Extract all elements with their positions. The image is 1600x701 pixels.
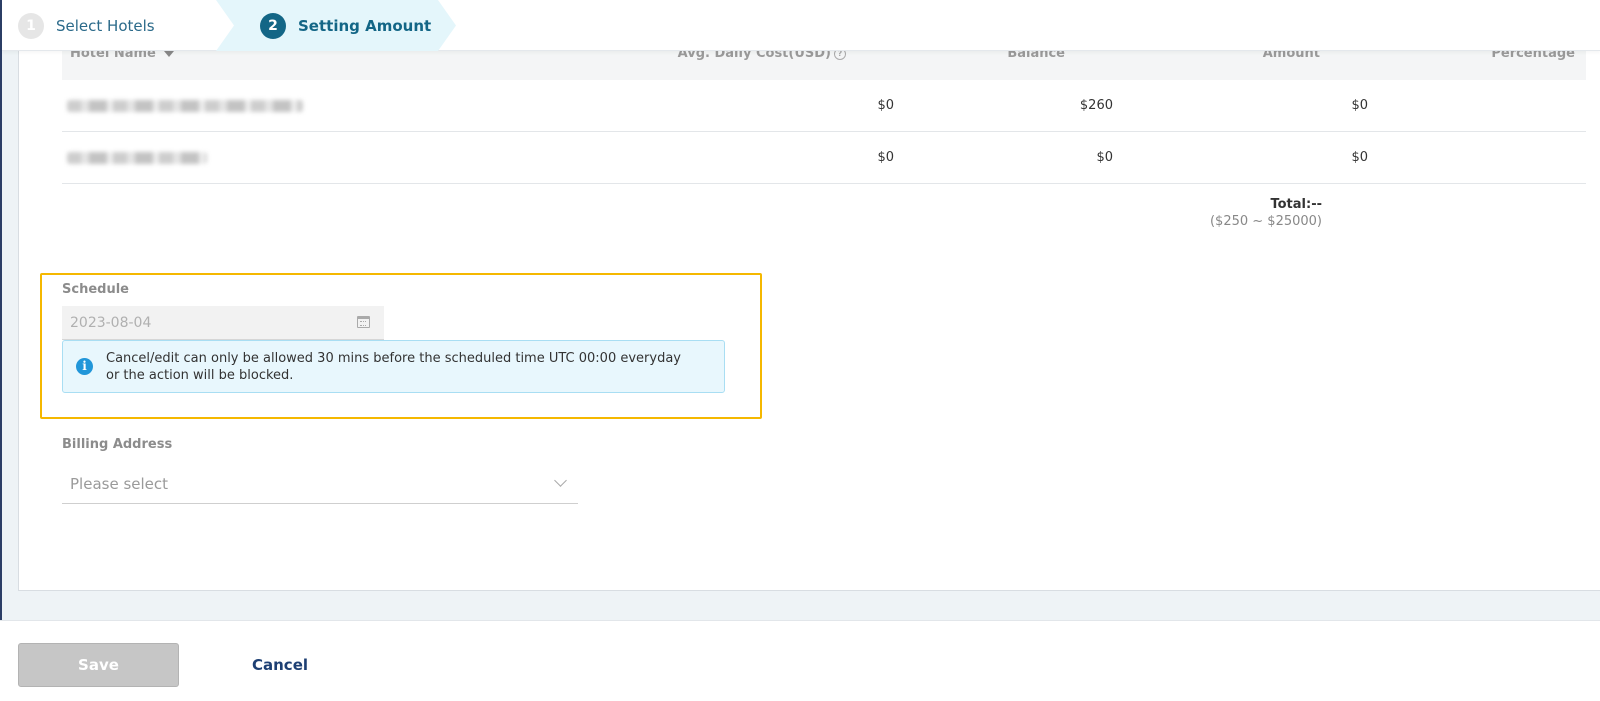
chevron-down-icon: [554, 474, 567, 487]
footer-bar: Save Cancel: [0, 620, 1600, 701]
balance-cell: $0: [1096, 150, 1113, 165]
steps-header: 1 Select Hotels 2 Setting Amount: [2, 0, 1600, 51]
schedule-notice: i Cancel/edit can only be allowed 30 min…: [62, 340, 725, 393]
redacted-hotel-name: [67, 100, 303, 112]
redacted-hotel-name: [67, 152, 207, 164]
info-icon: i: [76, 358, 93, 375]
step-number: 2: [260, 12, 286, 39]
total-label: Total:--: [1270, 197, 1322, 212]
calendar-icon[interactable]: [357, 316, 370, 328]
billing-address-select[interactable]: Please select: [62, 466, 578, 504]
schedule-label: Schedule: [62, 282, 129, 297]
schedule-date-value: 2023-08-04: [70, 315, 152, 331]
step-setting-amount[interactable]: 2 Setting Amount: [260, 0, 431, 51]
save-button[interactable]: Save: [18, 643, 179, 687]
notice-text: Cancel/edit can only be allowed 30 mins …: [106, 351, 681, 383]
sort-desc-icon[interactable]: [163, 50, 174, 57]
table-row: $0 $260 $0 0%: [62, 80, 1586, 132]
avg-daily-cost-cell: $0: [877, 150, 894, 165]
amount-cell: $0: [1351, 150, 1368, 165]
schedule-date-input[interactable]: 2023-08-04: [62, 306, 384, 340]
left-edge-border: [0, 0, 2, 620]
step-label: Select Hotels: [56, 16, 155, 35]
step-label: Setting Amount: [298, 16, 432, 35]
table-row: $0 $0 $0 0%: [62, 132, 1586, 184]
cancel-button[interactable]: Cancel: [252, 643, 308, 687]
billing-address-label: Billing Address: [62, 437, 173, 452]
total-range: ($250 ~ $25000): [1209, 214, 1322, 229]
billing-address-placeholder: Please select: [70, 475, 169, 493]
step-select-hotels[interactable]: 1 Select Hotels: [18, 0, 155, 51]
step-number: 1: [18, 12, 44, 39]
amount-cell: $0: [1351, 98, 1368, 113]
avg-daily-cost-cell: $0: [877, 98, 894, 113]
balance-cell: $260: [1079, 98, 1113, 113]
